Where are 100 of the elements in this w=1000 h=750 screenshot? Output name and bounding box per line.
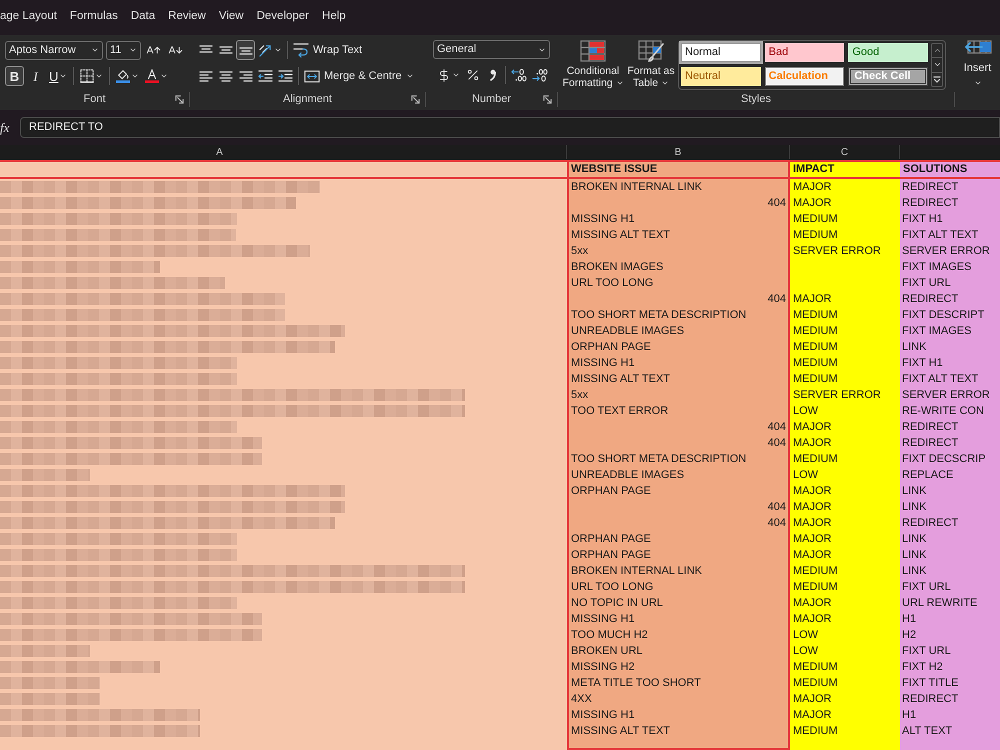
- column-letter[interactable]: B: [674, 144, 682, 160]
- number-format-dropdown[interactable]: General: [433, 40, 550, 59]
- table-cell: MEDIUM: [790, 307, 900, 323]
- caret-icon: [131, 72, 140, 80]
- font-name-dropdown[interactable]: Aptos Narrow: [5, 40, 103, 60]
- conditional-formatting-button[interactable]: Conditional Formatting: [562, 40, 624, 89]
- table-cell: LINK: [900, 483, 1000, 499]
- column-letter[interactable]: A: [216, 144, 223, 160]
- increase-decimal-icon: [511, 68, 527, 82]
- table-cell: 404: [567, 291, 790, 307]
- table-cell: REDIRECT: [900, 195, 1000, 211]
- italic-button[interactable]: I: [26, 66, 45, 86]
- wrap-text-button[interactable]: Wrap Text: [291, 40, 364, 60]
- table-cell: MEDIUM: [790, 675, 900, 691]
- table-cell: REDIRECT: [900, 179, 1000, 195]
- format-as-table-button[interactable]: Format as Table: [626, 40, 676, 89]
- conditional-formatting-icon: [580, 40, 606, 62]
- cell-style-option[interactable]: Neutral: [681, 67, 761, 86]
- percent-icon: [466, 68, 480, 82]
- table-cell: MAJOR: [790, 691, 900, 707]
- table-cell: LINK: [900, 339, 1000, 355]
- menu-tab[interactable]: Formulas: [70, 6, 118, 28]
- table-cell: FIXT ALT TEXT: [900, 371, 1000, 387]
- font-size-dropdown[interactable]: 11: [106, 40, 141, 60]
- formula-input[interactable]: REDIRECT TO: [20, 117, 1000, 138]
- table-cell: ALT TEXT: [900, 723, 1000, 739]
- table-cell: FIXT IMAGES: [900, 259, 1000, 275]
- table-cell: 5xx: [567, 387, 790, 403]
- table-cell: MEDIUM: [790, 371, 900, 387]
- table-cell: LINK: [900, 531, 1000, 547]
- table-cell: MEDIUM: [790, 323, 900, 339]
- table-cell: META TITLE TOO SHORT: [567, 675, 790, 691]
- caret-icon: [452, 71, 460, 79]
- borders-icon: [80, 69, 94, 83]
- table-cell: MAJOR: [790, 291, 900, 307]
- table-cell: FIXT H1: [900, 355, 1000, 371]
- table-cell: FIXT DECSCRIP: [900, 451, 1000, 467]
- align-bottom-button[interactable]: [236, 40, 255, 60]
- table-cell: FIXT IMAGES: [900, 323, 1000, 339]
- table-cell: REDIRECT: [900, 691, 1000, 707]
- dialog-launcher-button[interactable]: [174, 94, 185, 105]
- table-cell: MAJOR: [790, 179, 900, 195]
- table-cell: 404: [567, 195, 790, 211]
- caret-icon: [974, 78, 982, 86]
- paint-bucket-icon: [116, 69, 130, 83]
- table-cell: FIXT TITLE: [900, 675, 1000, 691]
- table-cell: BROKEN URL: [567, 643, 790, 659]
- table-cell: MISSING H1: [567, 355, 790, 371]
- function-label: fx: [0, 121, 10, 134]
- text-orientation-icon: [258, 44, 273, 56]
- table-cell: MAJOR: [790, 595, 900, 611]
- cell-style-option[interactable]: Normal: [681, 43, 761, 62]
- dialog-launcher-button[interactable]: [410, 94, 421, 105]
- menu-tab[interactable]: Data: [130, 6, 156, 28]
- table-cell: 5xx: [567, 243, 790, 259]
- table-cell: MEDIUM: [790, 227, 900, 243]
- menu-tab[interactable]: Developer: [256, 6, 310, 28]
- align-top-icon: [198, 45, 212, 53]
- table-cell: FIXT DESCRIPT: [900, 307, 1000, 323]
- table-cell: LINK: [900, 547, 1000, 563]
- indent-increase-icon: [278, 70, 293, 82]
- table-cell: MEDIUM: [790, 355, 900, 371]
- cell-style-option[interactable]: Bad: [764, 43, 844, 62]
- caret-icon: [59, 72, 68, 80]
- cell-style-option[interactable]: Good: [848, 43, 928, 62]
- table-cell: MAJOR: [790, 515, 900, 531]
- table-cell: MAJOR: [790, 195, 900, 211]
- table-cell: REDIRECT: [900, 291, 1000, 307]
- table-cell: MISSING ALT TEXT: [567, 723, 790, 739]
- currency-icon: [437, 68, 451, 82]
- table-cell: MISSING ALT TEXT: [567, 371, 790, 387]
- table-cell: TOO TEXT ERROR: [567, 403, 790, 419]
- decrease-decimal-icon: [532, 68, 548, 82]
- expand-gallery-icon: [933, 76, 941, 83]
- table-cell: LOW: [790, 403, 900, 419]
- align-middle-icon: [218, 46, 232, 54]
- menu-tab[interactable]: Review: [168, 6, 206, 28]
- menu-tab[interactable]: age Layout: [0, 6, 57, 28]
- insert-button[interactable]: Insert: [964, 38, 992, 86]
- table-cell: MEDIUM: [790, 579, 900, 595]
- menu-tab[interactable]: View: [218, 6, 244, 28]
- menu-tab[interactable]: Help: [322, 6, 346, 28]
- table-cell: H1: [900, 707, 1000, 723]
- bold-button[interactable]: B: [5, 66, 24, 86]
- underline-button[interactable]: U: [47, 66, 70, 86]
- caret-icon: [616, 79, 624, 88]
- table-cell: LINK: [900, 563, 1000, 579]
- table-cell: MAJOR: [790, 499, 900, 515]
- align-center-icon: [218, 70, 232, 82]
- merge-centre-button[interactable]: Merge & Centre: [302, 66, 416, 86]
- table-cell: MEDIUM: [790, 659, 900, 675]
- table-cell: SERVER ERROR: [790, 243, 900, 259]
- table-cell: BROKEN INTERNAL LINK: [567, 179, 790, 195]
- table-cell: MAJOR: [790, 419, 900, 435]
- table-cell: MISSING H2: [567, 659, 790, 675]
- table-cell: BROKEN IMAGES: [567, 259, 790, 275]
- column-letter[interactable]: C: [840, 144, 848, 160]
- table-cell: REDIRECT: [900, 515, 1000, 531]
- dialog-launcher-button[interactable]: [542, 94, 553, 105]
- format-as-table-icon: [638, 40, 664, 62]
